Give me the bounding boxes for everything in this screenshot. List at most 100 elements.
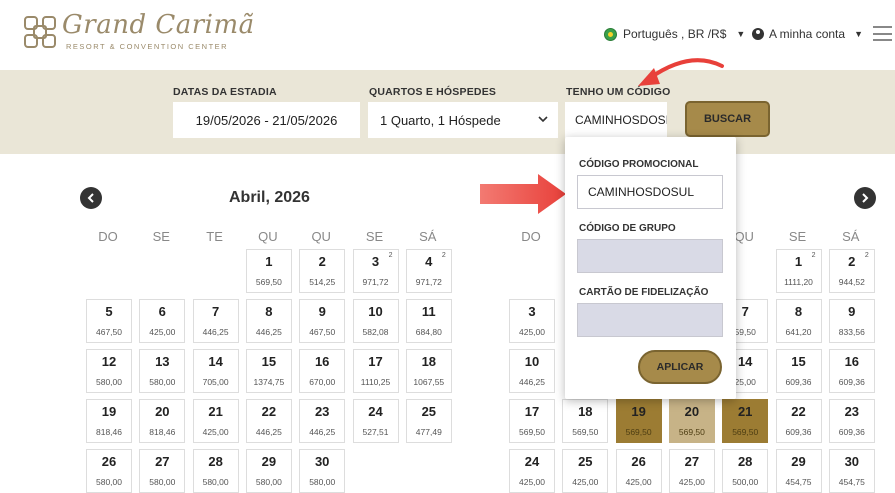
weekday-label: SÁ — [842, 229, 860, 244]
calendar-day[interactable]: 12 580,00 — [86, 349, 132, 393]
calendar-day[interactable]: 30 454,75 — [828, 449, 875, 493]
calendar-day[interactable]: 27 580,00 — [139, 449, 186, 493]
calendar-day[interactable]: 2 944,52 2 — [828, 249, 875, 293]
group-code-input[interactable] — [577, 239, 723, 273]
rooms-select[interactable]: 1 Quarto, 1 Hóspede — [368, 102, 558, 138]
calendar-day[interactable]: 25 477,49 — [405, 399, 452, 443]
calendar-day[interactable]: 1 1111,20 2 — [775, 249, 822, 293]
calendar-day[interactable]: 15 1374,75 — [245, 349, 292, 393]
calendar-day[interactable]: 3 425,00 — [509, 299, 555, 343]
day-price: 971,72 — [362, 277, 389, 287]
calendar-day[interactable]: 22 446,25 — [245, 399, 292, 443]
day-number: 17 — [524, 404, 540, 419]
calendar-day[interactable]: 25 425,00 — [562, 449, 609, 493]
calendar-day[interactable]: 11 684,80 — [405, 299, 452, 343]
code-field[interactable]: CAMINHOSDOSI — [565, 102, 667, 138]
calendar-day[interactable]: 14 705,00 — [192, 349, 239, 393]
day-number: 30 — [844, 454, 860, 469]
prev-month-button[interactable] — [80, 187, 102, 209]
calendar-day[interactable]: 29 580,00 — [245, 449, 292, 493]
calendar-day[interactable]: 6 425,00 — [139, 299, 186, 343]
rooms-label: QUARTOS E HÓSPEDES — [369, 86, 497, 98]
dates-field[interactable]: 19/05/2026 - 21/05/2026 — [173, 102, 360, 138]
calendar-day[interactable]: 19 569,50 — [615, 399, 662, 443]
next-month-button[interactable] — [854, 187, 876, 209]
calendar-day[interactable]: 3 971,72 2 — [352, 249, 399, 293]
calendar-day[interactable]: 18 1067,55 — [405, 349, 452, 393]
user-icon — [752, 28, 764, 40]
calendar-day[interactable]: 21 569,50 — [722, 399, 769, 443]
day-number: 21 — [737, 404, 753, 419]
rooms-value: 1 Quarto, 1 Hóspede — [380, 112, 501, 128]
day-number: 22 — [261, 404, 277, 419]
calendar-day[interactable]: 29 454,75 — [775, 449, 822, 493]
calendar-day[interactable]: 27 425,00 — [668, 449, 715, 493]
hamburger-icon[interactable] — [873, 26, 892, 41]
day-price: 446,25 — [519, 377, 545, 387]
calendar-day[interactable]: 13 580,00 — [139, 349, 186, 393]
day-price: 944,52 — [838, 277, 865, 287]
calendar-day[interactable]: 20 569,50 — [668, 399, 715, 443]
day-price: 467,50 — [309, 327, 336, 337]
day-number: 29 — [261, 454, 277, 469]
day-number: 5 — [105, 304, 113, 319]
dates-label: DATAS DA ESTADIA — [173, 86, 277, 98]
calendar-day[interactable]: 30 580,00 — [299, 449, 346, 493]
calendar-day[interactable]: 2 514,25 — [299, 249, 346, 293]
calendar-day[interactable]: 24 425,00 — [509, 449, 555, 493]
calendar-day[interactable]: 23 609,36 — [828, 399, 875, 443]
calendar-day[interactable]: 10 446,25 — [509, 349, 555, 393]
weekday-label: SÁ — [419, 229, 437, 244]
day-price: 454,75 — [838, 477, 865, 487]
calendar-day[interactable]: 16 670,00 — [299, 349, 346, 393]
day-price: 609,36 — [785, 377, 812, 387]
calendar-day[interactable]: 17 569,50 — [509, 399, 555, 443]
promo-code-label: CÓDIGO PROMOCIONAL — [579, 159, 699, 170]
weekday-label: DO — [521, 229, 541, 244]
calendar-day[interactable]: 19 818,46 — [86, 399, 132, 443]
calendar-day[interactable]: 9 833,56 — [828, 299, 875, 343]
day-price: 818,46 — [96, 427, 122, 437]
calendar-day[interactable]: 28 500,00 — [722, 449, 769, 493]
calendar-day[interactable]: 8 641,20 — [775, 299, 822, 343]
account-menu[interactable]: A minha conta ▼ — [752, 27, 863, 41]
logo-title[interactable]: Grand Carimã — [62, 10, 255, 40]
calendar-day[interactable]: 8 446,25 — [245, 299, 292, 343]
day-price: 569,50 — [678, 427, 705, 437]
calendar-day[interactable]: 18 569,50 — [562, 399, 609, 443]
calendar-day[interactable]: 15 609,36 — [775, 349, 822, 393]
calendar-day[interactable]: 9 467,50 — [299, 299, 346, 343]
calendar-day[interactable]: 10 582,08 — [352, 299, 399, 343]
calendar-day[interactable]: 28 580,00 — [192, 449, 239, 493]
weekday-label: QU — [258, 229, 278, 244]
language-label: Português , BR /R$ — [623, 27, 727, 41]
calendar-day[interactable]: 5 467,50 — [86, 299, 132, 343]
calendar-day[interactable]: 22 609,36 — [775, 399, 822, 443]
promo-code-input[interactable]: CAMINHOSDOSUL — [577, 175, 723, 209]
language-selector[interactable]: Português , BR /R$ ▼ — [604, 27, 745, 41]
day-price: 580,00 — [255, 477, 282, 487]
calendar-day[interactable]: 21 425,00 — [192, 399, 239, 443]
day-price: 527,51 — [362, 427, 389, 437]
search-button[interactable]: BUSCAR — [685, 101, 770, 137]
calendar-day[interactable]: 4 971,72 2 — [405, 249, 452, 293]
calendar-day[interactable]: 16 609,36 — [828, 349, 875, 393]
calendar-day[interactable]: 26 580,00 — [86, 449, 132, 493]
calendar-day[interactable]: 20 818,46 — [139, 399, 186, 443]
apply-button[interactable]: APLICAR — [638, 350, 722, 384]
calendar-day[interactable]: 24 527,51 — [352, 399, 399, 443]
calendar-day[interactable]: 26 425,00 — [615, 449, 662, 493]
loyalty-card-input[interactable] — [577, 303, 723, 337]
day-price: 1067,55 — [413, 377, 445, 387]
calendar-day[interactable]: 23 446,25 — [299, 399, 346, 443]
day-number: 16 — [314, 354, 330, 369]
day-price: 705,00 — [202, 377, 229, 387]
day-price: 609,36 — [838, 427, 865, 437]
day-price: 609,36 — [838, 377, 865, 387]
calendar-day[interactable]: 7 446,25 — [192, 299, 239, 343]
calendar-day[interactable]: 17 1110,25 — [352, 349, 399, 393]
day-number: 27 — [155, 454, 170, 469]
day-price: 1111,20 — [784, 277, 813, 287]
calendar-day[interactable]: 1 569,50 — [245, 249, 292, 293]
day-number: 11 — [421, 304, 436, 319]
